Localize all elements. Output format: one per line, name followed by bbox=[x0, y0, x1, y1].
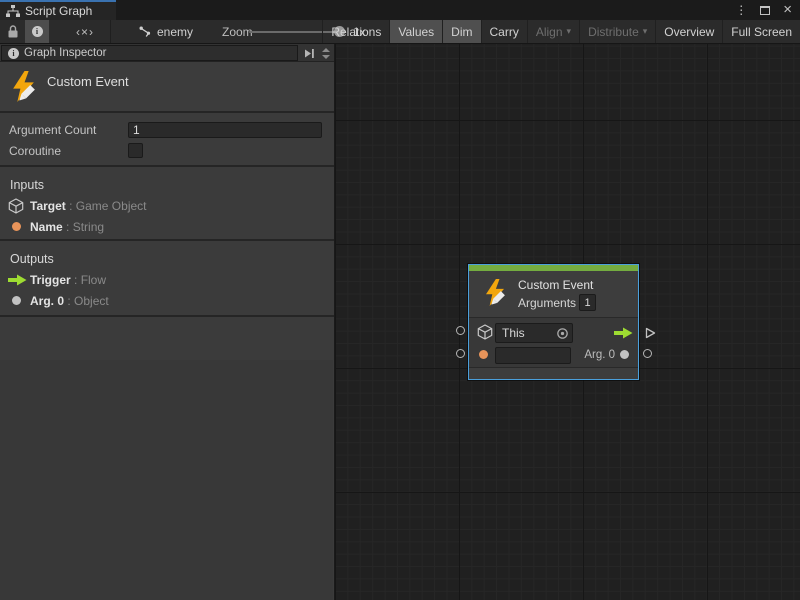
inputs-section: Inputs Target : Game Object Name : Strin… bbox=[0, 167, 334, 239]
align-button[interactable]: Align▾ bbox=[527, 20, 579, 43]
close-icon[interactable]: × bbox=[783, 0, 792, 20]
overview-button[interactable]: Overview bbox=[655, 20, 722, 43]
inputs-title: Inputs bbox=[0, 174, 334, 195]
flow-arrow-icon bbox=[8, 274, 27, 286]
unit-header: Custom Event bbox=[0, 62, 334, 111]
panel-scroll-arrows[interactable] bbox=[320, 45, 332, 61]
target-value: This bbox=[502, 326, 525, 340]
graph-canvas[interactable]: Custom Event Arguments 1 This bbox=[335, 44, 800, 600]
window-menu-icon[interactable]: ⋮ bbox=[735, 0, 747, 20]
lock-button[interactable] bbox=[2, 20, 24, 43]
inspector-header-bar: i Graph Inspector bbox=[0, 44, 334, 62]
carry-button[interactable]: Carry bbox=[481, 20, 527, 43]
tab-script-graph[interactable]: Script Graph bbox=[0, 0, 116, 20]
outputs-title: Outputs bbox=[0, 248, 334, 269]
window-controls: ⋮ × bbox=[735, 0, 800, 20]
value-port-icon bbox=[12, 296, 21, 305]
edit-script-button[interactable]: ‹×› bbox=[64, 20, 106, 43]
custom-event-icon bbox=[10, 71, 37, 102]
lock-icon bbox=[7, 25, 19, 38]
unit-settings: Argument Count Coroutine bbox=[0, 113, 334, 165]
port-row-name: Name : String bbox=[0, 216, 334, 237]
script-graph-window: Script Graph ⋮ × i ‹×› en bbox=[0, 0, 800, 600]
info-icon: i bbox=[8, 48, 19, 59]
unit-title: Custom Event bbox=[47, 71, 129, 89]
cube-icon bbox=[8, 198, 24, 214]
argument-count-input[interactable] bbox=[128, 122, 322, 138]
coroutine-row: Coroutine bbox=[0, 140, 334, 161]
flow-arrow-icon bbox=[614, 327, 633, 339]
port-row-arg0: Arg. 0 : Object bbox=[0, 290, 334, 311]
argument-count-label: Argument Count bbox=[9, 123, 128, 137]
event-name-input[interactable] bbox=[495, 347, 571, 364]
graph-name-label: enemy bbox=[157, 25, 193, 39]
custom-event-node[interactable]: Custom Event Arguments 1 This bbox=[468, 264, 639, 380]
coroutine-checkbox[interactable] bbox=[128, 143, 143, 158]
argument-count-row: Argument Count bbox=[0, 119, 334, 140]
panel-empty-area bbox=[0, 360, 333, 600]
graph-toolbar: i ‹×› enemy Zoom 1x Relations Values Dim… bbox=[0, 20, 800, 44]
tab-bar: Script Graph ⋮ × bbox=[0, 0, 800, 20]
outputs-section: Outputs Trigger : Flow Arg. 0 : Object bbox=[0, 241, 334, 315]
input-port-target[interactable] bbox=[456, 326, 465, 335]
chevron-down-icon: ▾ bbox=[643, 26, 648, 37]
object-picker-icon[interactable] bbox=[556, 327, 569, 340]
values-button[interactable]: Values bbox=[389, 20, 442, 43]
inspector-title: Graph Inspector bbox=[24, 47, 106, 59]
node-title: Custom Event bbox=[518, 278, 593, 292]
code-icon: ‹×› bbox=[76, 25, 94, 39]
chevron-down-icon: ▾ bbox=[567, 26, 572, 37]
section-separator bbox=[0, 315, 334, 317]
node-header[interactable]: Custom Event Arguments 1 bbox=[469, 271, 638, 318]
target-dropdown[interactable]: This bbox=[495, 323, 573, 343]
graph-icon bbox=[6, 5, 20, 17]
node-body: This Arg. 0 bbox=[469, 319, 638, 366]
coroutine-label: Coroutine bbox=[9, 144, 128, 158]
arg0-port-dot bbox=[620, 350, 629, 359]
graph-main-area: Custom Event Arguments 1 This bbox=[0, 44, 800, 600]
chevron-up-icon bbox=[322, 48, 330, 52]
name-port-dot bbox=[479, 350, 488, 359]
fullscreen-button[interactable]: Full Screen bbox=[722, 20, 800, 43]
inspector-header[interactable]: i Graph Inspector bbox=[1, 45, 298, 61]
inspector-toggle-button[interactable]: i bbox=[25, 20, 49, 43]
chevron-down-icon bbox=[322, 55, 330, 59]
custom-event-icon bbox=[483, 279, 507, 306]
node-arguments-label: Arguments bbox=[518, 296, 576, 310]
cube-icon bbox=[477, 324, 493, 340]
port-row-target: Target : Game Object bbox=[0, 195, 334, 216]
graph-breadcrumb[interactable]: enemy bbox=[138, 20, 193, 43]
graph-inspector-panel: i Graph Inspector bbox=[0, 44, 335, 600]
dim-button[interactable]: Dim bbox=[442, 20, 480, 43]
output-port-trigger[interactable] bbox=[644, 327, 656, 339]
value-port-icon bbox=[12, 222, 21, 231]
arg0-label: Arg. 0 bbox=[569, 349, 615, 361]
node-footer bbox=[469, 367, 638, 379]
tab-label: Script Graph bbox=[25, 4, 92, 18]
dock-icon bbox=[303, 48, 315, 59]
input-port-name[interactable] bbox=[456, 349, 465, 358]
node-arguments-field[interactable]: 1 bbox=[579, 294, 596, 311]
info-icon: i bbox=[32, 26, 43, 37]
dock-panel-button[interactable] bbox=[301, 46, 317, 60]
output-port-arg0[interactable] bbox=[643, 349, 652, 358]
toolbar-buttons: Relations Values Dim Carry Align▾ Distri… bbox=[322, 20, 800, 43]
port-row-trigger: Trigger : Flow bbox=[0, 269, 334, 290]
toolbar-separator bbox=[110, 20, 111, 43]
script-graph-asset-icon bbox=[138, 25, 152, 39]
relations-button[interactable]: Relations bbox=[322, 20, 389, 43]
distribute-button[interactable]: Distribute▾ bbox=[579, 20, 655, 43]
maximize-icon[interactable] bbox=[760, 6, 770, 15]
